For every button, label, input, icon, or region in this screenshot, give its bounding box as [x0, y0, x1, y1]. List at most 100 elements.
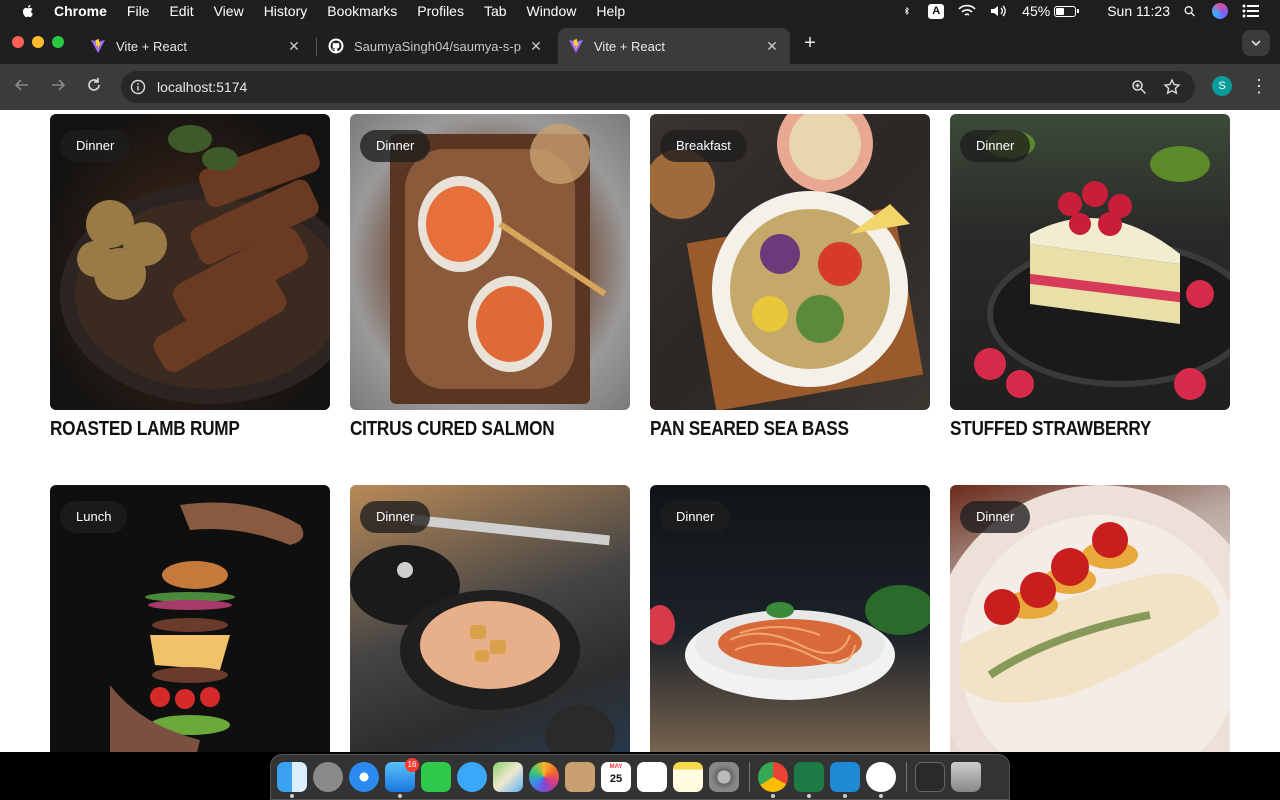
recipe-card[interactable]: Dinner CITRUS CURED SALMON — [350, 114, 630, 441]
clock[interactable]: Sun 11:23 — [1107, 3, 1170, 19]
macos-menu-bar: Chrome File Edit View History Bookmarks … — [0, 0, 1280, 22]
arrow-right-icon — [52, 79, 66, 91]
finder-icon[interactable] — [277, 762, 307, 798]
chevron-down-icon — [1251, 40, 1261, 47]
recipe-image: Breakfast — [650, 114, 930, 410]
menu-tab[interactable]: Tab — [484, 3, 507, 19]
minimize-window-button[interactable] — [32, 36, 44, 48]
recipe-card[interactable]: Dinner ROASTED LAMB RUMP — [50, 114, 330, 441]
url-text: localhost:5174 — [157, 79, 248, 95]
window-controls — [12, 36, 72, 48]
menu-edit[interactable]: Edit — [169, 3, 193, 19]
new-tab-button[interactable]: + — [800, 33, 820, 54]
input-source-icon[interactable]: A — [928, 3, 945, 19]
facetime-icon[interactable] — [421, 762, 451, 792]
volume-icon[interactable] — [990, 4, 1008, 18]
close-tab-icon[interactable]: ✕ — [764, 38, 780, 54]
recipe-image: Lunch — [50, 485, 330, 752]
menu-app-name[interactable]: Chrome — [54, 3, 107, 19]
system-preferences-icon[interactable] — [709, 762, 739, 792]
zoom-window-button[interactable] — [52, 36, 64, 48]
tab-github[interactable]: SaumyaSingh04/saumya-s-p ✕ — [318, 28, 554, 64]
excel-icon[interactable] — [794, 762, 824, 798]
recipe-card[interactable]: Breakfast PAN SEARED SEA BASS — [650, 114, 930, 441]
spotlight-search-icon[interactable] — [1184, 4, 1198, 18]
menu-profiles[interactable]: Profiles — [417, 3, 464, 19]
mongodb-compass-icon[interactable] — [866, 762, 896, 798]
bluetooth-icon[interactable] — [904, 4, 914, 18]
close-window-button[interactable] — [12, 36, 24, 48]
reload-button[interactable] — [83, 76, 105, 98]
site-info-icon[interactable] — [130, 79, 146, 95]
tab-vite-react-1[interactable]: Vite + React ✕ — [80, 28, 312, 64]
menu-bookmarks[interactable]: Bookmarks — [327, 3, 397, 19]
recipe-card[interactable]: Dinner — [350, 485, 630, 752]
recipe-image: Dinner — [950, 485, 1230, 752]
recipe-title: STUFFED STRAWBERRY — [950, 418, 1152, 440]
trash-icon[interactable] — [951, 762, 981, 792]
category-badge: Lunch — [60, 501, 128, 533]
recipe-image: Dinner — [350, 485, 630, 752]
battery-icon — [1054, 5, 1077, 17]
recipe-title: PAN SEARED SEA BASS — [650, 418, 849, 440]
forward-button[interactable] — [47, 76, 69, 98]
recipe-card[interactable]: Dinner STUFFED STRAWBERRY — [950, 114, 1230, 441]
recipe-title: ROASTED LAMB RUMP — [50, 418, 240, 440]
category-badge: Dinner — [360, 501, 431, 533]
calendar-day: 25 — [609, 773, 623, 785]
browser-toolbar: localhost:5174 S ⋮ — [0, 64, 1280, 110]
chrome-icon[interactable] — [758, 762, 788, 798]
category-badge: Dinner — [960, 130, 1031, 162]
contacts-icon[interactable] — [565, 762, 595, 792]
menu-window[interactable]: Window — [527, 3, 577, 19]
profile-avatar[interactable]: S — [1212, 76, 1232, 96]
dock-divider — [749, 762, 750, 792]
notes-icon[interactable] — [673, 762, 703, 792]
wifi-icon[interactable] — [958, 4, 976, 18]
control-center-icon[interactable] — [1242, 4, 1260, 18]
vite-icon — [569, 39, 583, 53]
maps-icon[interactable] — [493, 762, 523, 792]
bookmark-star-icon[interactable] — [1163, 78, 1181, 96]
browser-tab-strip: Vite + React ✕ SaumyaSingh04/saumya-s-p … — [0, 22, 1280, 64]
terminal-icon[interactable] — [915, 762, 945, 792]
web-page: Dinner ROASTED LAMB RUMP Dinner CITRUS C… — [0, 110, 1280, 752]
close-tab-icon[interactable]: ✕ — [286, 38, 302, 54]
launchpad-icon[interactable] — [313, 762, 343, 792]
recipe-card[interactable]: Dinner — [950, 485, 1230, 752]
battery-indicator[interactable]: 45% — [1022, 3, 1080, 19]
recipe-card[interactable]: Dinner — [650, 485, 930, 752]
category-badge: Dinner — [360, 130, 431, 162]
tab-title: SaumyaSingh04/saumya-s-p — [354, 38, 521, 54]
browser-menu-icon[interactable]: ⋮ — [1250, 76, 1268, 98]
mail-icon[interactable]: 16 — [385, 758, 419, 798]
safari-icon[interactable] — [349, 762, 379, 792]
tab-title: Vite + React — [594, 38, 665, 54]
vscode-icon[interactable] — [830, 762, 860, 798]
category-badge: Dinner — [660, 501, 731, 533]
menu-history[interactable]: History — [264, 3, 308, 19]
recipe-title: CITRUS CURED SALMON — [350, 418, 555, 440]
reminders-icon[interactable] — [637, 762, 667, 792]
recipe-card[interactable]: Lunch — [50, 485, 330, 752]
calendar-icon[interactable]: MAY 25 — [601, 762, 631, 792]
category-badge: Dinner — [960, 501, 1031, 533]
vite-icon — [91, 39, 105, 53]
tab-vite-react-active[interactable]: Vite + React ✕ — [558, 28, 790, 64]
github-icon — [328, 38, 344, 54]
tab-search-button[interactable] — [1242, 30, 1270, 56]
recipe-image: Dinner — [650, 485, 930, 752]
menu-file[interactable]: File — [127, 3, 150, 19]
close-tab-icon[interactable]: ✕ — [528, 38, 544, 54]
address-bar[interactable]: localhost:5174 — [121, 71, 1195, 103]
zoom-icon[interactable] — [1131, 79, 1147, 95]
photos-icon[interactable] — [529, 762, 559, 792]
menu-view[interactable]: View — [214, 3, 244, 19]
back-button[interactable] — [11, 76, 33, 98]
messages-icon[interactable] — [457, 762, 487, 792]
category-badge: Breakfast — [660, 130, 747, 162]
siri-icon[interactable] — [1212, 3, 1228, 19]
apple-icon[interactable] — [20, 3, 36, 19]
menu-help[interactable]: Help — [596, 3, 625, 19]
recipe-image: Dinner — [950, 114, 1230, 410]
